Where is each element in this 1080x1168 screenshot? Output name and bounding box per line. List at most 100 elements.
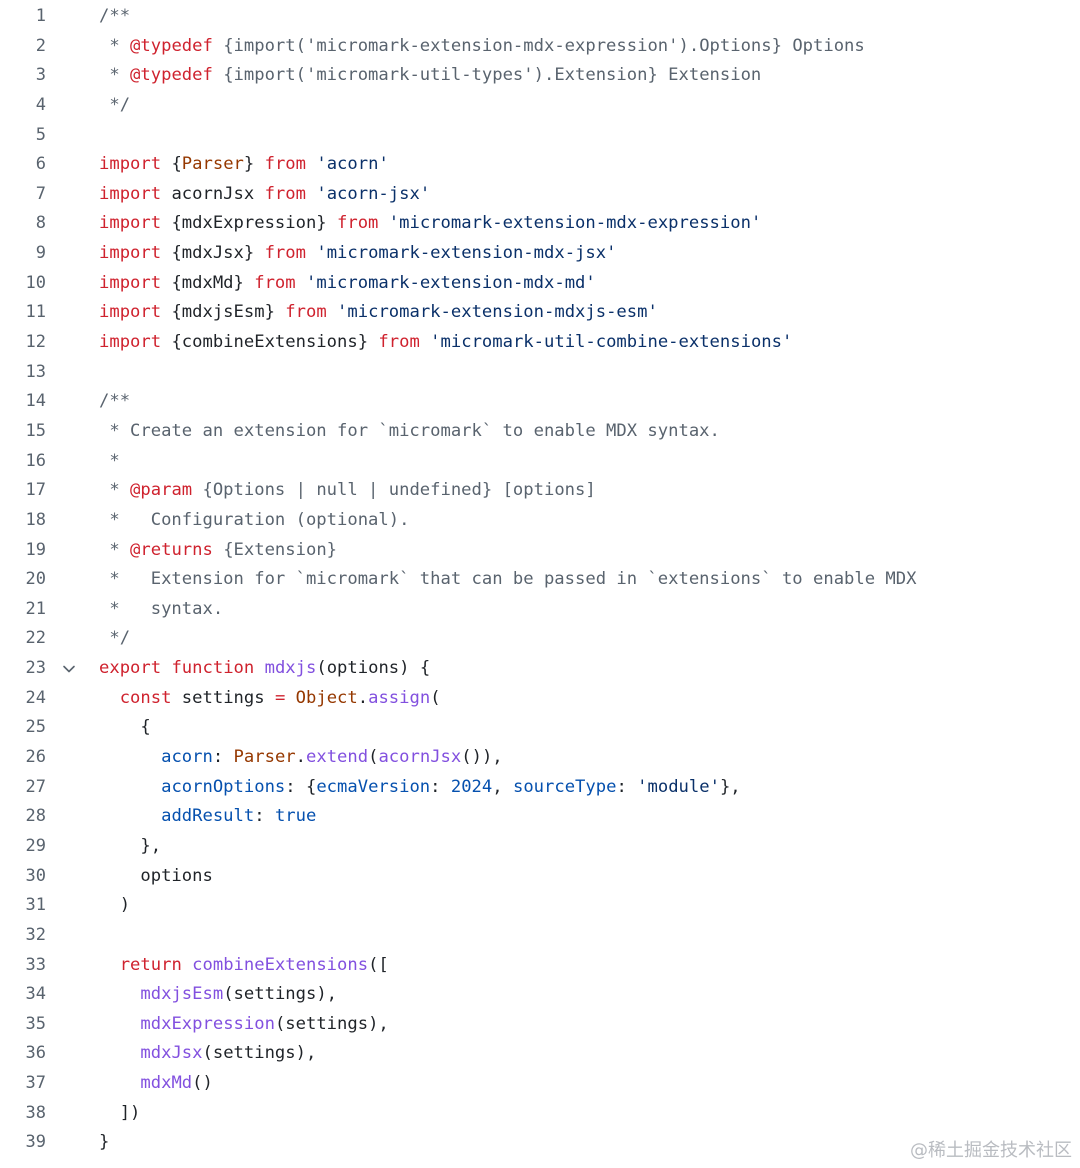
code-token: from [264,183,306,204]
line-code: { [99,713,150,743]
line-code: * Extension for `micromark` that can be … [99,565,916,595]
line-code: mdxExpression(settings), [99,1010,388,1040]
line-code: }, [99,832,161,862]
code-token: @param [130,480,193,501]
code-token: : [616,776,638,797]
code-line: 8 import {mdxExpression} from 'micromark-… [0,209,1080,239]
line-code: */ [99,91,130,121]
line-number: 15 [25,420,46,441]
line-number: 34 [25,984,46,1005]
code-line: 12 import {combineExtensions} from 'micro… [0,328,1080,358]
code-token: Parser [181,154,244,175]
line-number: 8 [35,213,46,234]
code-token: } [243,154,265,175]
code-view: 1/** 2 * @typedef {import('micromark-exte… [0,2,1080,1158]
line-code: return combineExtensions([ [99,951,389,981]
code-token: mdxjs [264,658,317,679]
code-token: . [357,687,369,708]
code-line: 9 import {mdxJsx} from 'micromark-extensi… [0,239,1080,269]
code-token: * Configuration (optional). [99,509,410,530]
code-line: 11 import {mdxjsEsm} from 'micromark-exte… [0,298,1080,328]
code-line: 34 mdxjsEsm(settings), [0,980,1080,1010]
line-code: /** [99,387,130,417]
code-line: 36 mdxJsx(settings), [0,1039,1080,1069]
code-token: }, [719,776,741,797]
code-token: (settings), [202,1043,317,1064]
code-token: export [99,658,162,679]
line-code: /** [99,2,130,32]
code-token: /** [99,6,131,26]
code-token: } [99,1132,110,1153]
code-token: acorn [161,747,213,768]
line-code: import {mdxExpression} from 'micromark-e… [99,209,761,239]
line-number: 24 [25,687,46,708]
line-number: 38 [25,1102,46,1123]
line-number: 32 [25,924,46,945]
code-token: import [99,302,162,323]
line-code: * [99,447,119,477]
line-number: 4 [35,94,46,115]
code-token: from [285,302,327,323]
line-number: 16 [25,450,46,471]
line-number: 26 [25,747,46,768]
code-token: import [99,332,162,353]
code-token: . [295,747,306,768]
line-code: * @param {Options | null | undefined} [o… [99,476,595,506]
line-code: } [99,1128,109,1158]
line-code: ) [99,891,130,921]
code-line: 13 [0,358,1080,388]
line-code: import {combineExtensions} from 'microma… [99,328,792,358]
code-token: {Extension} [212,539,338,560]
line-code: acornOptions: {ecmaVersion: 2024, source… [99,773,741,803]
code-token: 2024 [450,776,493,797]
code-line: 14 /** [0,387,1080,417]
line-number: 39 [25,1132,46,1153]
line-number: 21 [25,598,46,619]
code-line: 22 */ [0,624,1080,654]
code-token: {mdxJsx} [161,243,265,264]
line-code: */ [99,624,130,654]
line-code: * Configuration (optional). [99,506,409,536]
code-token: 'acorn-jsx' [316,183,431,204]
code-token: ()), [461,747,503,768]
code-line: 3 * @typedef {import('micromark-util-typ… [0,61,1080,91]
code-token: 'micromark-extension-mdxjs-esm' [337,302,658,323]
code-line: 23 export function mdxjs(options) { [0,654,1080,684]
code-token: 'micromark-extension-mdx-md' [306,272,596,293]
line-number: 22 [25,628,46,649]
line-code: * @typedef {import('micromark-extension-… [99,32,864,62]
code-token: */ [99,628,131,649]
code-token: {Options | null | undefined} [192,480,503,501]
code-token: : { [285,776,317,797]
code-token: addResult [161,806,255,827]
code-token: from [337,213,379,234]
chevron-down-icon[interactable] [60,654,78,684]
code-token: sourceType [512,776,617,797]
code-token: Object [295,687,358,708]
line-code: mdxJsx(settings), [99,1039,316,1069]
line-number: 9 [35,243,46,264]
line-code: import {mdxJsx} from 'micromark-extensio… [99,239,616,269]
line-code: * @typedef {import('micromark-util-types… [99,61,761,91]
code-line: 6 import {Parser} from 'acorn' [0,150,1080,180]
code-line: 32 [0,921,1080,951]
line-number: 31 [25,895,46,916]
code-token: combineExtensions [192,954,369,975]
code-token: () [192,1073,213,1094]
line-code: import acornJsx from 'acorn-jsx' [99,180,430,210]
code-token: {mdxjsEsm} [161,302,286,323]
code-token: mdxExpression [140,1013,275,1034]
code-token: import [99,213,162,234]
code-line: 19 * @returns {Extension} [0,536,1080,566]
code-line: 28 addResult: true [0,802,1080,832]
